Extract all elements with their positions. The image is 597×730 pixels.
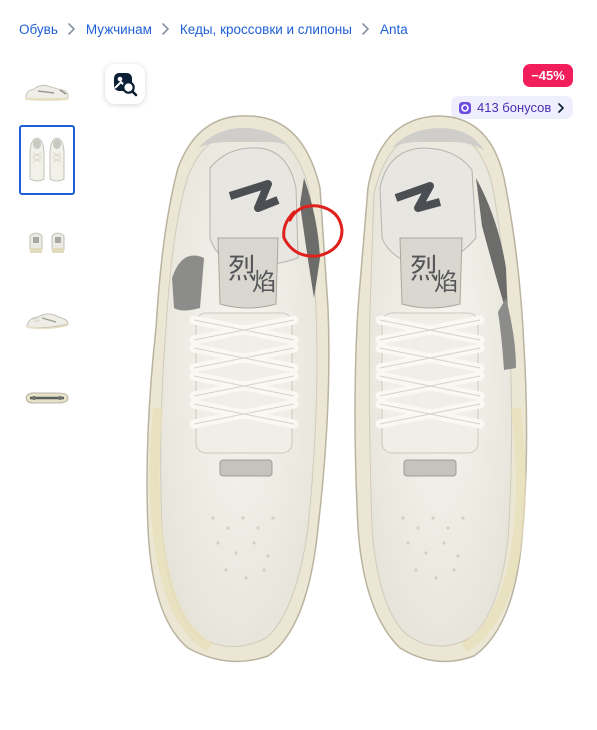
thumbnail-top-view[interactable] bbox=[19, 125, 75, 195]
chevron-right-icon bbox=[356, 19, 376, 39]
breadcrumb-link-footwear[interactable]: Обувь bbox=[19, 22, 58, 37]
chevron-right-icon bbox=[557, 102, 565, 113]
discount-badge: −45% bbox=[523, 64, 573, 87]
breadcrumb-link-men[interactable]: Мужчинам bbox=[86, 22, 152, 37]
breadcrumb-link-sneakers[interactable]: Кеды, кроссовки и слипоны bbox=[180, 22, 352, 37]
thumbnail-side-view[interactable] bbox=[19, 57, 75, 127]
chevron-right-icon bbox=[156, 19, 176, 39]
search-by-photo-button[interactable] bbox=[105, 64, 145, 104]
svg-text:焰: 焰 bbox=[434, 268, 458, 296]
thumbnail-side-angle-view[interactable] bbox=[19, 285, 75, 355]
product-main-image[interactable]: 烈 焰 烈 焰 bbox=[118, 108, 558, 668]
right-shoe: 烈 焰 bbox=[354, 115, 528, 663]
thumbnail-sole-view[interactable] bbox=[19, 363, 75, 433]
left-shoe: 烈 焰 bbox=[146, 115, 330, 663]
breadcrumb: Обувь Мужчинам Кеды, кроссовки и слипоны… bbox=[19, 19, 408, 39]
svg-text:焰: 焰 bbox=[252, 268, 276, 296]
chevron-right-icon bbox=[62, 19, 82, 39]
image-search-icon bbox=[112, 71, 138, 97]
thumbnail-back-view[interactable] bbox=[19, 207, 75, 277]
breadcrumb-link-brand[interactable]: Anta bbox=[380, 22, 408, 37]
